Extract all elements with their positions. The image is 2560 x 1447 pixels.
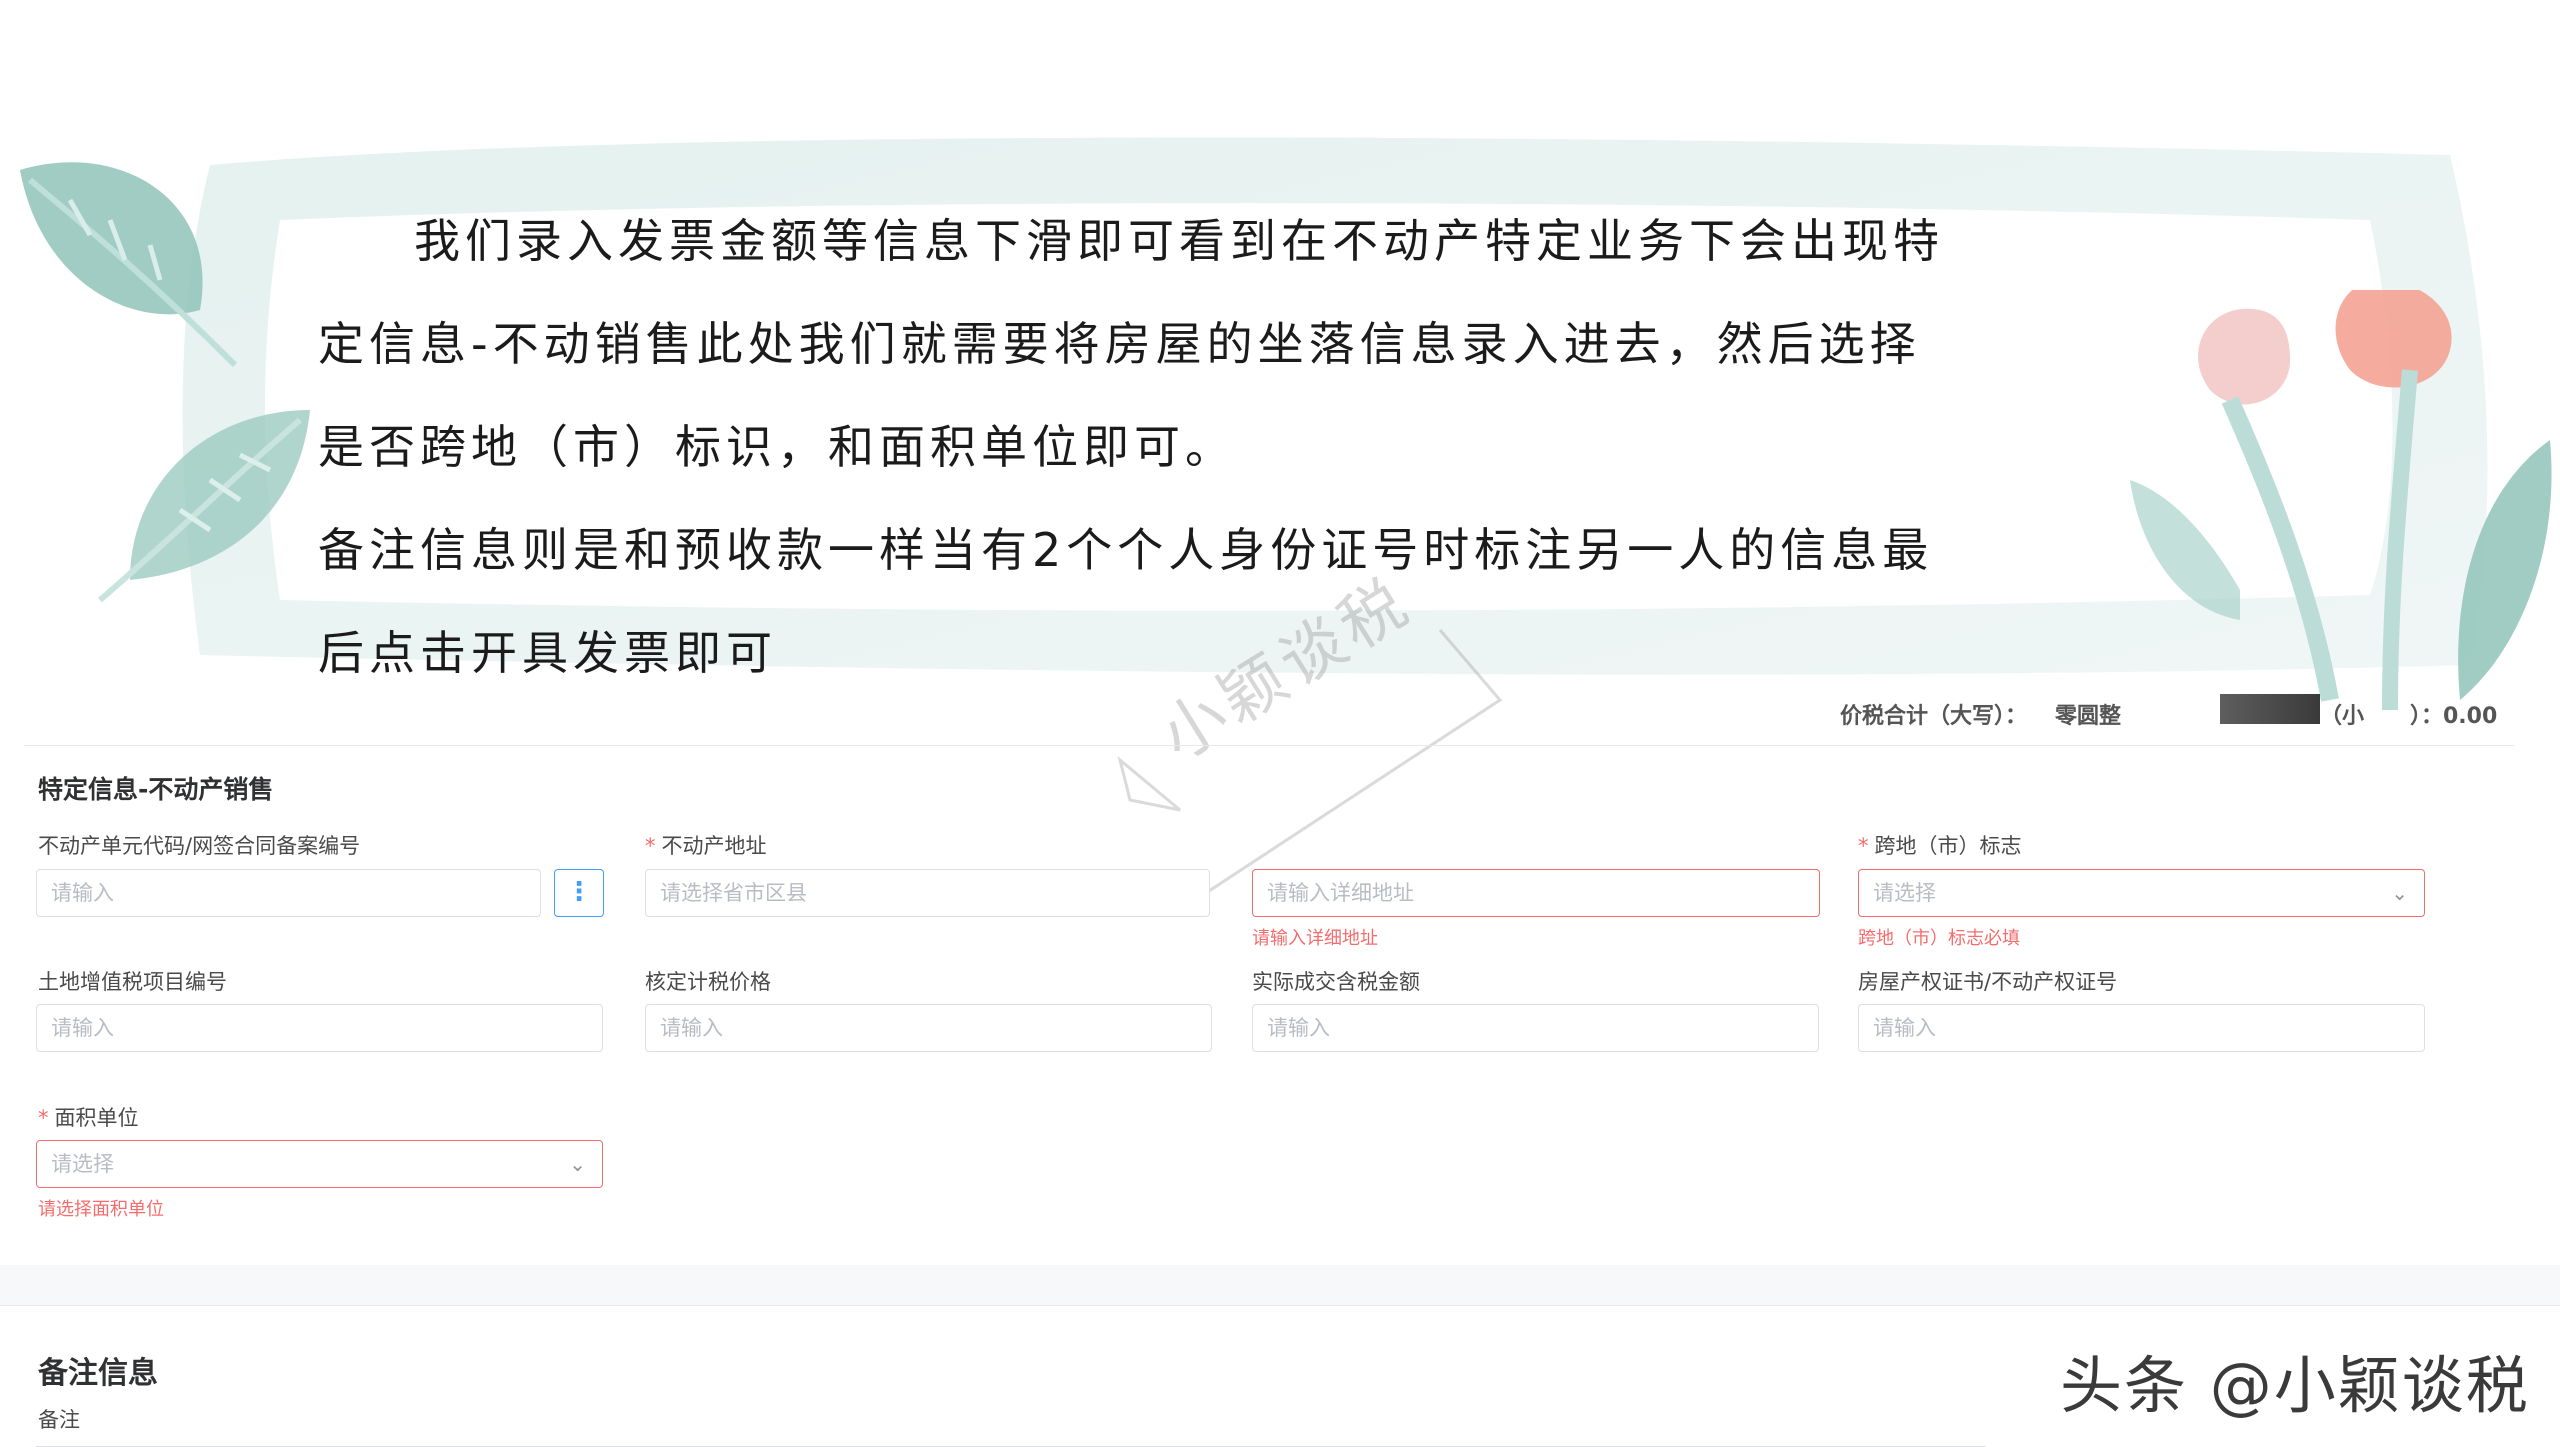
leaf-icon bbox=[20, 162, 238, 368]
cross-region-select[interactable]: 请选择 ⌄ bbox=[1858, 869, 2425, 917]
actual-amount-label: 实际成交含税金额 bbox=[1252, 970, 1420, 994]
actual-amount-input[interactable]: 请输入 bbox=[1252, 1004, 1819, 1052]
land-tax-no-input[interactable]: 请输入 bbox=[36, 1004, 603, 1052]
area-unit-error: 请选择面积单位 bbox=[38, 1199, 164, 1220]
intro-line: 定信息-不动销售此处我们就需要将房屋的坐落信息录入进去，然后选择 bbox=[318, 317, 1921, 371]
total-capital-label: 价税合计（大写）： bbox=[1840, 704, 2028, 729]
price-tax-total: 价税合计（大写）： 零圆整 （小 ）：0.00 bbox=[1840, 690, 2520, 730]
chevron-down-icon: ⌄ bbox=[2391, 881, 2408, 905]
author-signature: 头条 @小颖谈税 bbox=[2060, 1349, 2530, 1422]
select-placeholder: 请选择 bbox=[1873, 881, 1936, 905]
area-unit-select[interactable]: 请选择 ⌄ bbox=[36, 1140, 603, 1188]
detail-address-error: 请输入详细地址 bbox=[1252, 928, 1378, 949]
chevron-down-icon: ⌄ bbox=[569, 1152, 586, 1176]
select-placeholder: 请选择 bbox=[51, 1152, 114, 1176]
divider bbox=[24, 745, 2514, 746]
more-options-button[interactable]: ⋮ bbox=[554, 869, 604, 917]
area-unit-label: * 面积单位 bbox=[38, 1106, 139, 1130]
tulip-flowers-decoration bbox=[2130, 290, 2552, 710]
remarks-label: 备注 bbox=[38, 1408, 80, 1432]
redacted-block bbox=[2220, 694, 2320, 724]
assessed-price-label: 核定计税价格 bbox=[645, 970, 771, 994]
leaf-icon bbox=[98, 410, 310, 603]
assessed-price-input[interactable]: 请输入 bbox=[645, 1004, 1212, 1052]
property-address-label: * 不动产地址 bbox=[645, 834, 767, 858]
land-tax-no-label: 土地增值税项目编号 bbox=[38, 970, 227, 994]
divider bbox=[0, 1305, 2560, 1306]
total-small-value: ）：0.00 bbox=[2410, 704, 2498, 729]
cross-region-label: * 跨地（市）标志 bbox=[1858, 834, 2022, 858]
unit-code-label: 不动产单元代码/网签合同备案编号 bbox=[38, 834, 361, 858]
total-capital-value: 零圆整 bbox=[2055, 704, 2122, 729]
intro-line: 是否跨地（市）标识，和面积单位即可。 bbox=[318, 420, 1236, 474]
section-title-special-info: 特定信息-不动产销售 bbox=[38, 775, 274, 804]
property-cert-input[interactable]: 请输入 bbox=[1858, 1004, 2425, 1052]
section-title-remarks: 备注信息 bbox=[38, 1356, 158, 1391]
section-gap bbox=[0, 1265, 2560, 1305]
intro-banner: 我们录入发票金额等信息下滑即可看到在不动产特定业务下会出现特 定信息-不动销售此… bbox=[0, 0, 2560, 710]
total-small-label: （小 bbox=[2320, 704, 2365, 729]
region-select-input[interactable]: 请选择省市区县 bbox=[645, 869, 1210, 917]
cross-region-error: 跨地（市）标志必填 bbox=[1858, 928, 2020, 949]
property-cert-label: 房屋产权证书/不动产权证号 bbox=[1858, 970, 2118, 994]
detail-address-input[interactable]: 请输入详细地址 bbox=[1252, 869, 1820, 917]
intro-line: 备注信息则是和预收款一样当有2个个人身份证号时标注另一人的信息最 bbox=[318, 523, 1934, 577]
unit-code-input[interactable]: 请输入 bbox=[36, 869, 541, 917]
intro-line: 我们录入发票金额等信息下滑即可看到在不动产特定业务下会出现特 bbox=[414, 214, 1944, 268]
